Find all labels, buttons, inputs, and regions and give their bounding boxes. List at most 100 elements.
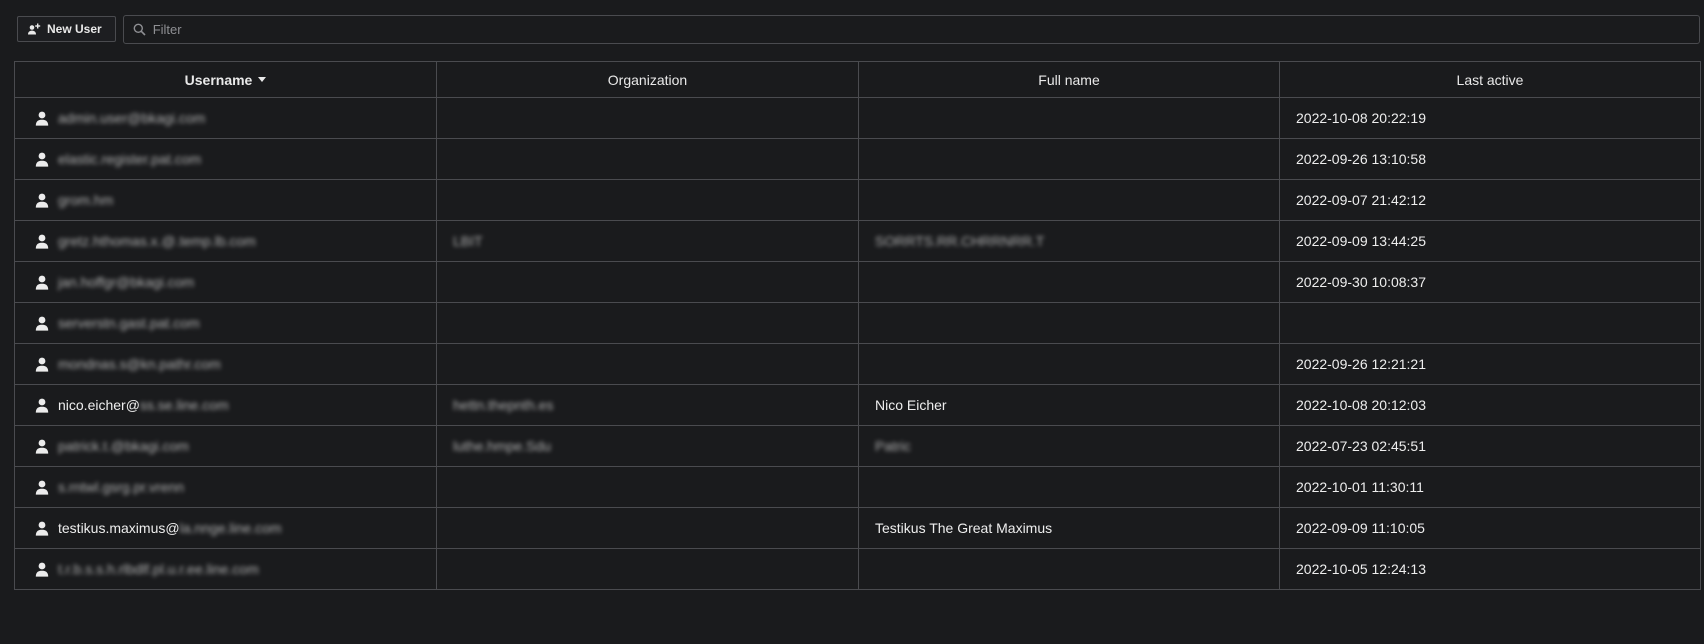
sort-desc-icon xyxy=(258,77,267,83)
cell-organization xyxy=(436,548,859,590)
cell-full-name: SORRTS.RR.CHRRNRR.T xyxy=(858,220,1280,262)
new-user-label: New User xyxy=(47,22,102,36)
full-name-text: Nico Eicher xyxy=(875,397,947,413)
username-redacted: ss.se.line.com xyxy=(139,397,229,413)
organization-redacted: luthe.hmpe.Sdu xyxy=(453,438,552,454)
organization-redacted: hettn.thepnth.es xyxy=(453,397,554,413)
cell-last-active: 2022-09-07 21:42:12 xyxy=(1279,179,1701,221)
full-name-redacted: Patric xyxy=(875,438,911,454)
cell-last-active: 2022-10-05 12:24:13 xyxy=(1279,548,1701,590)
cell-username[interactable]: grom.hm xyxy=(14,179,437,221)
cell-username[interactable]: admin.user@bkagi.com xyxy=(14,97,437,139)
user-icon xyxy=(35,234,58,249)
cell-last-active xyxy=(1279,302,1701,344)
user-icon xyxy=(35,111,58,126)
cell-last-active: 2022-09-09 11:10:05 xyxy=(1279,507,1701,549)
cell-last-active: 2022-07-23 02:45:51 xyxy=(1279,425,1701,467)
username-redacted: s.rntwl.gsrg.pr.vrenn xyxy=(58,479,185,495)
cell-organization xyxy=(436,138,859,180)
table-row[interactable]: gretz.hthomas.x.@.temp.lb.com LBIT SORRTS.… xyxy=(14,220,1701,262)
table-row[interactable]: patrick.t.@bkagi.com luthe.hmpe.Sdu Patric… xyxy=(14,425,1701,467)
user-icon xyxy=(35,357,58,372)
cell-organization xyxy=(436,507,859,549)
cell-organization xyxy=(436,179,859,221)
column-header-full-name[interactable]: Full name xyxy=(858,61,1280,98)
cell-username[interactable]: s.rntwl.gsrg.pr.vrenn xyxy=(14,466,437,508)
filter-input[interactable] xyxy=(145,14,1699,44)
cell-organization: hettn.thepnth.es xyxy=(436,384,859,426)
cell-organization xyxy=(436,466,859,508)
column-header-last-active[interactable]: Last active xyxy=(1279,61,1701,98)
table-row[interactable]: mondnas.s@kn.pathr.com 2022-09-26 12:21:2… xyxy=(14,343,1701,385)
table-header-row: Username Organization Full name Last act… xyxy=(14,61,1701,98)
cell-last-active: 2022-09-30 10:08:37 xyxy=(1279,261,1701,303)
table-row[interactable]: grom.hm 2022-09-07 21:42:12 xyxy=(14,179,1701,221)
table-row[interactable]: testikus.maximus@ la.nnge.line.com Testiku… xyxy=(14,507,1701,549)
user-icon xyxy=(35,562,58,577)
cell-organization xyxy=(436,97,859,139)
username-redacted: patrick.t.@bkagi.com xyxy=(58,438,189,454)
user-plus-icon xyxy=(27,23,41,35)
users-table: Username Organization Full name Last act… xyxy=(14,61,1701,590)
cell-username[interactable]: nico.eicher@ ss.se.line.com xyxy=(14,384,437,426)
username-redacted: grom.hm xyxy=(58,192,114,208)
full-name-text: Testikus The Great Maximus xyxy=(875,520,1053,536)
table-row[interactable]: nico.eicher@ ss.se.line.com hettn.thepnth.… xyxy=(14,384,1701,426)
cell-organization: LBIT xyxy=(436,220,859,262)
column-header-organization[interactable]: Organization xyxy=(436,61,859,98)
cell-full-name: Patric xyxy=(858,425,1280,467)
full-name-redacted: SORRTS.RR.CHRRNRR.T xyxy=(875,233,1045,249)
user-icon xyxy=(35,398,58,413)
cell-organization: luthe.hmpe.Sdu xyxy=(436,425,859,467)
cell-last-active: 2022-09-26 13:10:58 xyxy=(1279,138,1701,180)
cell-organization xyxy=(436,261,859,303)
cell-organization xyxy=(436,302,859,344)
username-redacted: mondnas.s@kn.pathr.com xyxy=(58,356,221,372)
cell-username[interactable]: gretz.hthomas.x.@.temp.lb.com xyxy=(14,220,437,262)
username-redacted: elastic.register.pat.com xyxy=(58,151,202,167)
cell-last-active: 2022-10-08 20:22:19 xyxy=(1279,97,1701,139)
cell-organization xyxy=(436,343,859,385)
filter-box[interactable] xyxy=(122,14,1700,44)
table-row[interactable]: t.r.b.s.s.h.rlbdlf.pl.u.r.ee.line.com 202… xyxy=(14,548,1701,590)
user-icon xyxy=(35,275,58,290)
cell-full-name xyxy=(858,548,1280,590)
cell-full-name xyxy=(858,261,1280,303)
cell-username[interactable]: testikus.maximus@ la.nnge.line.com xyxy=(14,507,437,549)
cell-username[interactable]: jan.hoffgr@bkagi.com xyxy=(14,261,437,303)
username-text: nico.eicher@ xyxy=(58,397,140,413)
search-icon xyxy=(133,23,146,36)
cell-username[interactable]: patrick.t.@bkagi.com xyxy=(14,425,437,467)
new-user-button[interactable]: New User xyxy=(17,16,116,42)
cell-username[interactable]: elastic.register.pat.com xyxy=(14,138,437,180)
table-row[interactable]: admin.user@bkagi.com 2022-10-08 20:22:19 xyxy=(14,97,1701,139)
username-redacted: t.r.b.s.s.h.rlbdlf.pl.u.r.ee.line.com xyxy=(58,561,259,577)
cell-full-name xyxy=(858,138,1280,180)
user-icon xyxy=(35,480,58,495)
column-header-username[interactable]: Username xyxy=(14,61,437,98)
cell-last-active: 2022-09-26 12:21:21 xyxy=(1279,343,1701,385)
cell-last-active: 2022-10-08 20:12:03 xyxy=(1279,384,1701,426)
user-icon xyxy=(35,193,58,208)
cell-full-name xyxy=(858,97,1280,139)
table-row[interactable]: serverstn.gast.pat.com xyxy=(14,302,1701,344)
table-row[interactable]: elastic.register.pat.com 2022-09-26 13:10… xyxy=(14,138,1701,180)
user-icon xyxy=(35,316,58,331)
toolbar: New User xyxy=(17,14,1700,44)
cell-last-active: 2022-09-09 13:44:25 xyxy=(1279,220,1701,262)
username-redacted: jan.hoffgr@bkagi.com xyxy=(58,274,195,290)
user-icon xyxy=(35,439,58,454)
username-redacted: gretz.hthomas.x.@.temp.lb.com xyxy=(58,233,256,249)
cell-full-name xyxy=(858,466,1280,508)
username-redacted: la.nnge.line.com xyxy=(179,520,282,536)
user-icon xyxy=(35,152,58,167)
cell-username[interactable]: mondnas.s@kn.pathr.com xyxy=(14,343,437,385)
table-row[interactable]: jan.hoffgr@bkagi.com 2022-09-30 10:08:37 xyxy=(14,261,1701,303)
cell-username[interactable]: t.r.b.s.s.h.rlbdlf.pl.u.r.ee.line.com xyxy=(14,548,437,590)
cell-full-name xyxy=(858,343,1280,385)
cell-username[interactable]: serverstn.gast.pat.com xyxy=(14,302,437,344)
table-row[interactable]: s.rntwl.gsrg.pr.vrenn 2022-10-01 11:30:11 xyxy=(14,466,1701,508)
cell-full-name xyxy=(858,179,1280,221)
username-redacted: serverstn.gast.pat.com xyxy=(58,315,200,331)
cell-full-name: Testikus The Great Maximus xyxy=(858,507,1280,549)
